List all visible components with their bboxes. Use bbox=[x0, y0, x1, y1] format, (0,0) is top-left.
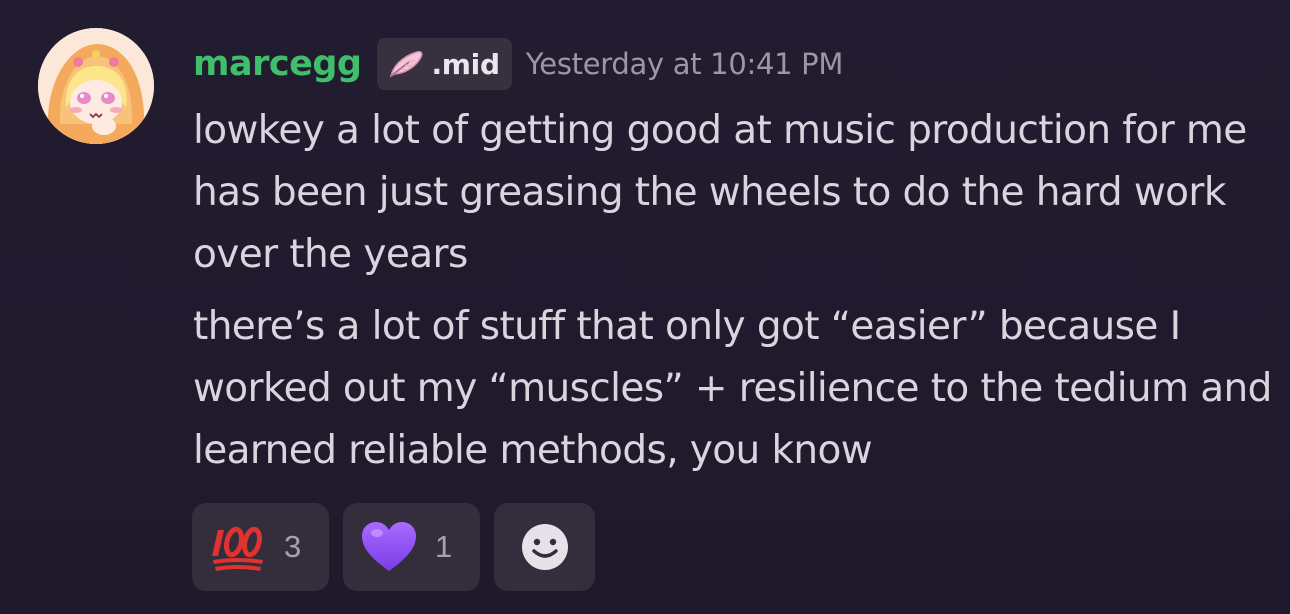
chat-message: marcegg .mid Yesterday at 10:41 PM lowke… bbox=[0, 0, 1290, 614]
reaction-count: 3 bbox=[284, 529, 302, 564]
feather-icon bbox=[387, 49, 425, 79]
username[interactable]: marcegg bbox=[193, 44, 362, 84]
guild-tag-label: .mid bbox=[431, 47, 500, 81]
reaction-count: 1 bbox=[435, 529, 453, 564]
message-content: lowkey a lot of getting good at music pr… bbox=[193, 100, 1273, 482]
message-paragraph: there’s a lot of stuff that only got “ea… bbox=[193, 304, 1272, 473]
message-header: marcegg .mid Yesterday at 10:41 PM bbox=[193, 36, 843, 92]
hundred-points-icon bbox=[212, 522, 266, 572]
timestamp[interactable]: Yesterday at 10:41 PM bbox=[526, 47, 844, 81]
anime-girl-avatar-icon bbox=[38, 28, 154, 144]
purple-heart-icon bbox=[361, 521, 417, 573]
avatar[interactable] bbox=[38, 28, 154, 144]
reaction-purple-heart[interactable]: 1 bbox=[343, 503, 480, 591]
guild-tag[interactable]: .mid bbox=[377, 38, 512, 90]
add-reaction-button[interactable] bbox=[494, 503, 595, 591]
reaction-hundred-points[interactable]: 3 bbox=[192, 503, 329, 591]
reactions-bar: 3 1 bbox=[192, 503, 609, 591]
message-paragraph: lowkey a lot of getting good at music pr… bbox=[193, 108, 1247, 277]
smiley-icon bbox=[521, 523, 569, 571]
